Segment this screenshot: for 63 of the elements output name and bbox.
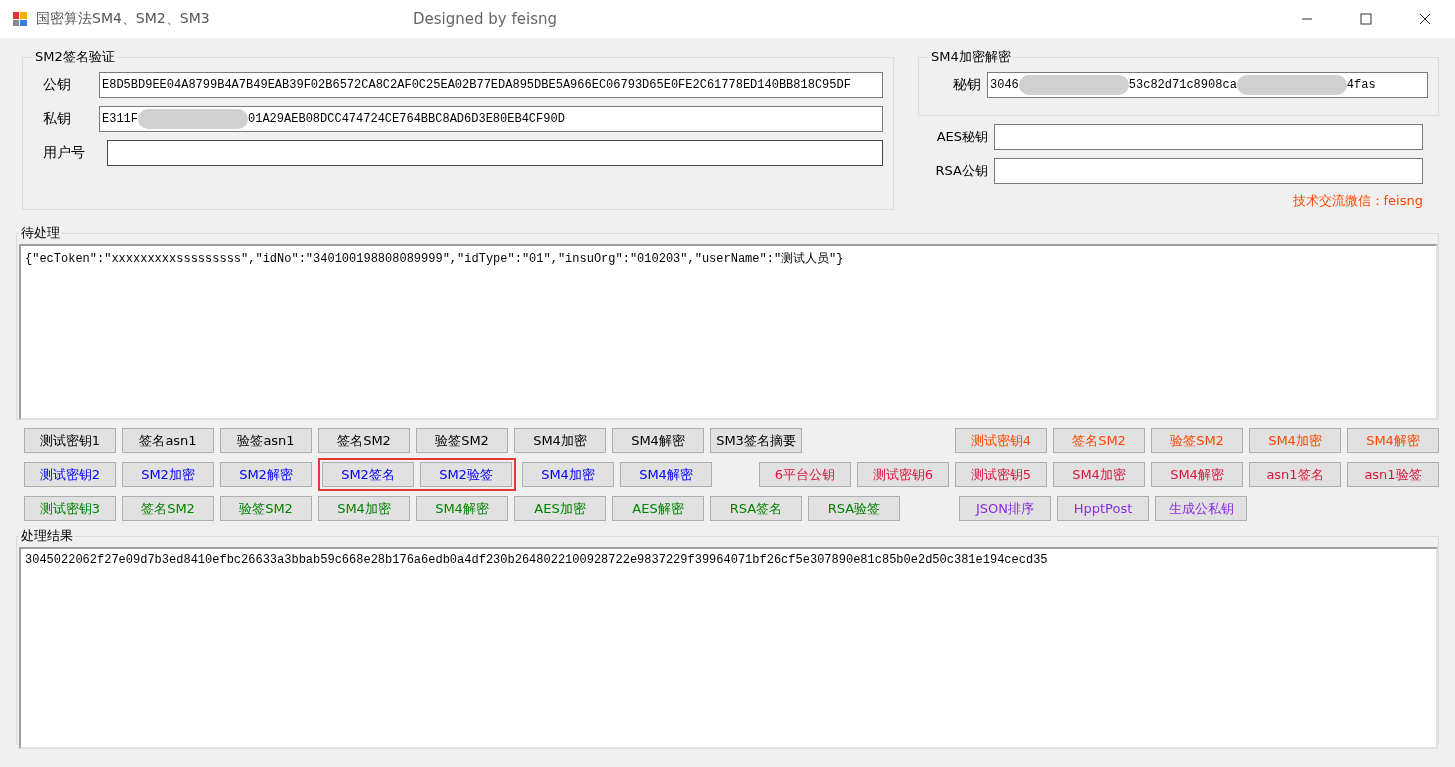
input-field[interactable] <box>994 158 1423 184</box>
action-button[interactable]: SM4解密 <box>612 428 704 453</box>
field-label: 用户号 <box>42 144 86 162</box>
action-button[interactable]: SM4加密 <box>1053 462 1145 487</box>
action-button[interactable]: SM4加密 <box>318 496 410 521</box>
group-title: 待处理 <box>20 224 61 242</box>
input-field[interactable] <box>107 140 883 166</box>
app-icon <box>12 11 28 27</box>
input-field[interactable]: E311F 01A29AEB08DCC474724CE764BBC8AD6D3E80EB4CF90D <box>99 106 883 132</box>
window-subtitle: Designed by feisng <box>413 10 557 28</box>
action-button[interactable]: SM3签名摘要 <box>710 428 802 453</box>
maximize-icon[interactable] <box>1360 13 1372 25</box>
action-button[interactable]: asn1验签 <box>1347 462 1439 487</box>
action-button[interactable]: 生成公私钥 <box>1155 496 1247 521</box>
field-label: 私钥 <box>42 110 72 128</box>
group-title: 处理结果 <box>20 527 74 545</box>
input-field[interactable]: E8D5BD9EE04A8799B4A7B49EAB39F02B6572CA8C2AF0C25EA02B77EDA895DBE5A966EC06793D65E0FE2C61778ED140BB818C95DF <box>99 72 883 98</box>
action-button[interactable]: RSA验签 <box>808 496 900 521</box>
action-button[interactable]: SM4解密 <box>1151 462 1243 487</box>
action-button[interactable]: 测试密钥3 <box>24 496 116 521</box>
action-button[interactable]: 6平台公钥 <box>759 462 851 487</box>
action-button[interactable]: 测试密钥4 <box>955 428 1047 453</box>
action-button[interactable]: SM2解密 <box>220 462 312 487</box>
field-label: 秘钥 <box>952 76 981 94</box>
field-label: RSA公钥 <box>934 162 988 180</box>
action-button[interactable]: 签名asn1 <box>122 428 214 453</box>
group-title: SM4加密解密 <box>930 48 1012 66</box>
action-button[interactable]: 测试密钥6 <box>857 462 949 487</box>
action-button[interactable]: SM4加密 <box>522 462 614 487</box>
close-icon[interactable] <box>1419 13 1431 25</box>
action-button[interactable]: HpptPost <box>1057 496 1149 521</box>
field-label: 公钥 <box>42 76 72 94</box>
input-field[interactable]: 3046 53c82d71c8908ca 4fas <box>987 72 1428 98</box>
action-button[interactable]: 签名SM2 <box>318 428 410 453</box>
group-title: SM2签名验证 <box>34 48 116 66</box>
action-button[interactable]: asn1签名 <box>1249 462 1341 487</box>
action-button[interactable]: SM4解密 <box>620 462 712 487</box>
action-button[interactable]: 验签asn1 <box>220 428 312 453</box>
text-area[interactable]: {"ecToken":"xxxxxxxxxsssssssss","idNo":"340100198808089999","idType":"01","insuOrg":"010203","userName":"测试人员"} <box>19 244 1438 420</box>
text-area[interactable]: 3045022062f27e09d7b3ed8410efbc26633a3bbab59c668e28b176a6edb0a4df230b2648022100928722e9837229f39964071bf26cf5e307890e81c85b0e2d50c381e194cecd35 <box>19 547 1438 749</box>
action-button[interactable]: 测试密钥5 <box>955 462 1047 487</box>
action-button[interactable]: RSA签名 <box>710 496 802 521</box>
field-label: AES秘钥 <box>935 128 988 146</box>
contact-text: 技术交流微信：feisng <box>1291 192 1424 210</box>
action-button[interactable]: 验签SM2 <box>1151 428 1243 453</box>
window-title: 国密算法SM4、SM2、SM3 <box>36 10 211 28</box>
action-button[interactable]: 验签SM2 <box>220 496 312 521</box>
action-button[interactable]: SM4解密 <box>416 496 508 521</box>
action-button[interactable]: 签名SM2 <box>1053 428 1145 453</box>
action-button[interactable]: 测试密钥2 <box>24 462 116 487</box>
action-button[interactable]: SM4加密 <box>514 428 606 453</box>
action-button[interactable]: AES加密 <box>514 496 606 521</box>
action-button[interactable]: AES解密 <box>612 496 704 521</box>
action-button[interactable]: SM4加密 <box>1249 428 1341 453</box>
action-button[interactable]: SM2签名 <box>322 462 414 487</box>
action-button[interactable]: JSON排序 <box>959 496 1051 521</box>
action-button[interactable]: 验签SM2 <box>416 428 508 453</box>
action-button[interactable]: 签名SM2 <box>122 496 214 521</box>
action-button[interactable]: SM4解密 <box>1347 428 1439 453</box>
input-field[interactable] <box>994 124 1423 150</box>
action-button[interactable]: SM2验签 <box>420 462 512 487</box>
action-button[interactable]: SM2加密 <box>122 462 214 487</box>
action-button[interactable]: 测试密钥1 <box>24 428 116 453</box>
